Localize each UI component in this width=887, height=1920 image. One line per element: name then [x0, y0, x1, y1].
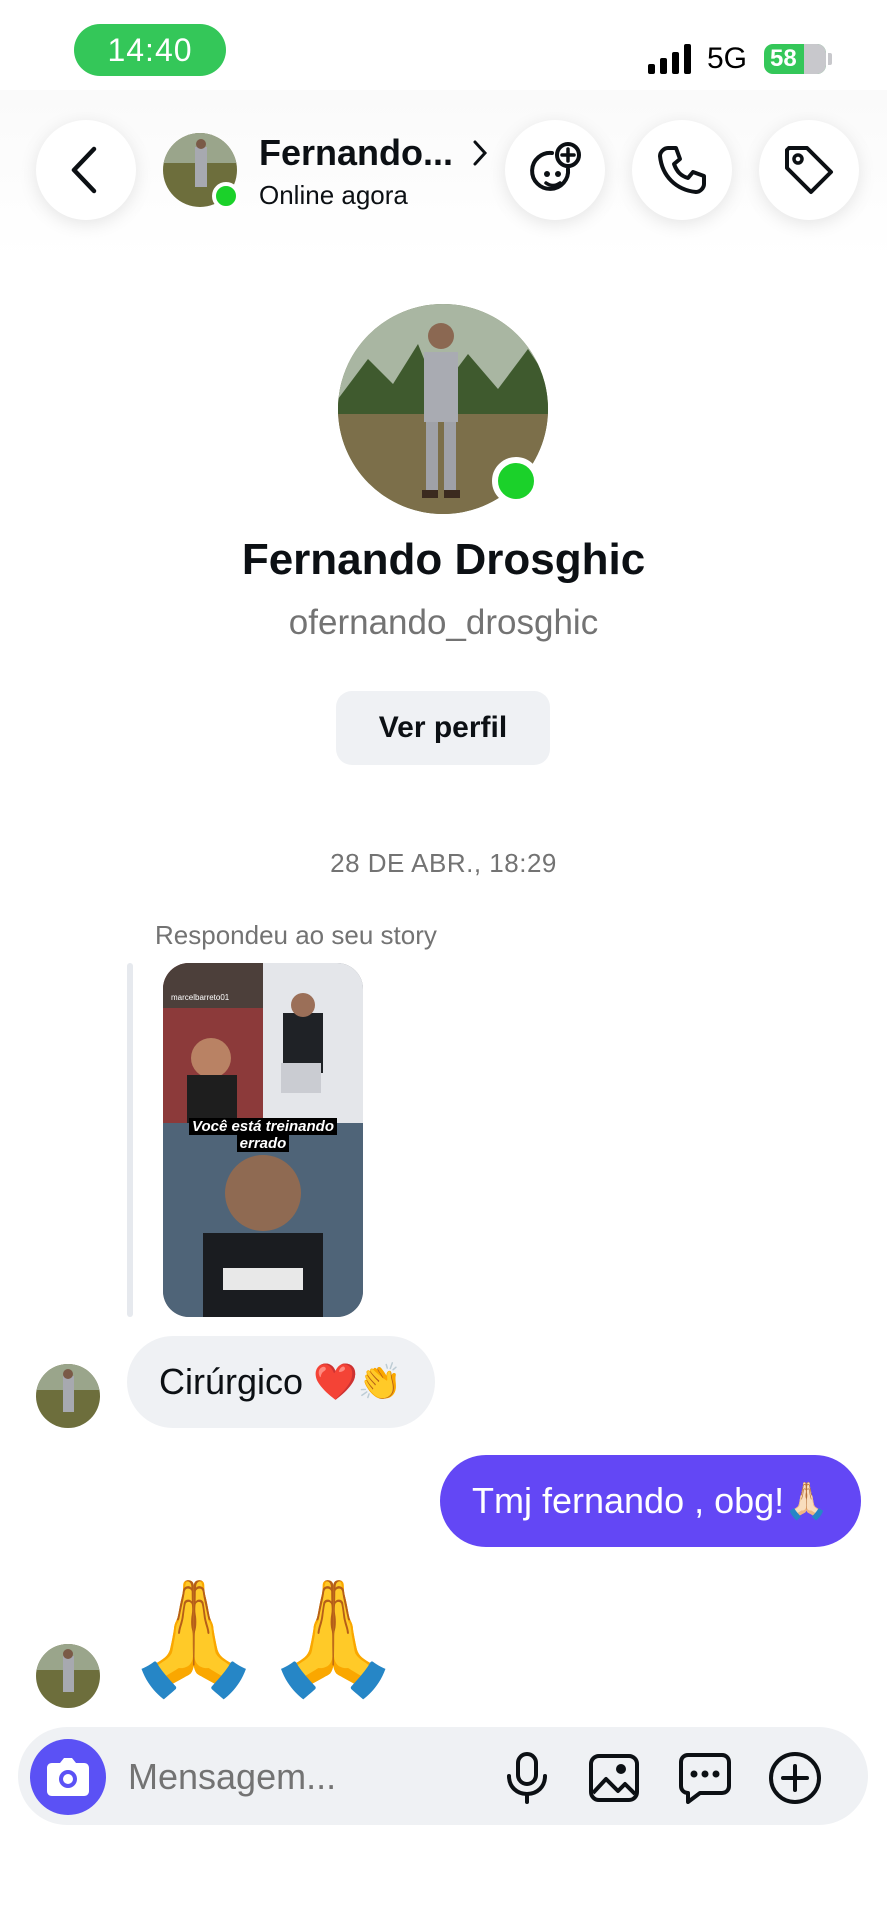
header-online-dot	[212, 182, 240, 210]
story-reply-label: Respondeu ao seu story	[155, 920, 437, 950]
more-button[interactable]	[767, 1750, 823, 1806]
profile-full-name: Fernando Drosghic	[241, 535, 646, 584]
microphone-button[interactable]	[499, 1750, 555, 1806]
view-profile-button[interactable]: Ver perfil	[336, 691, 550, 765]
message-dots-icon	[679, 1753, 731, 1804]
tag-icon	[785, 146, 833, 194]
reply-quote-bar	[127, 963, 133, 1317]
chevron-right-icon[interactable]	[472, 138, 488, 175]
back-button[interactable]	[36, 120, 136, 220]
message-bubble-outgoing[interactable]: Tmj fernando , obg!🙏🏻	[440, 1455, 861, 1547]
battery-tip	[828, 53, 832, 65]
sticker-plus-icon	[530, 142, 581, 191]
sticker-chat-button[interactable]	[677, 1750, 733, 1806]
battery-indicator: 58	[764, 44, 826, 74]
header-online-status: Online agora	[259, 180, 408, 210]
story-caption-line1: Você está treinando	[189, 1118, 337, 1135]
story-corner-text: marcelbarreto01	[171, 993, 230, 1002]
message-avatar[interactable]	[36, 1644, 100, 1708]
chat-timestamp: 28 DE ABR., 18:29	[330, 848, 557, 878]
microphone-icon	[507, 1752, 547, 1804]
call-button[interactable]	[632, 120, 732, 220]
camera-button[interactable]	[30, 1739, 106, 1815]
profile-username: ofernando_drosghic	[288, 603, 599, 642]
signal-icon	[648, 44, 691, 74]
gallery-button[interactable]	[586, 1750, 642, 1806]
profile-online-dot	[492, 457, 540, 505]
message-input[interactable]	[126, 1747, 500, 1807]
network-type: 5G	[707, 42, 748, 75]
battery-empty	[804, 44, 826, 74]
story-thumbnail[interactable]: marcelbarreto01 Você está treinando erra…	[163, 963, 363, 1317]
status-time: 14:40	[74, 24, 226, 76]
plus-circle-icon	[769, 1752, 821, 1804]
tag-button[interactable]	[759, 120, 859, 220]
chevron-left-icon	[71, 146, 97, 194]
camera-icon	[47, 1758, 89, 1796]
header-contact-name[interactable]: Fernando...	[259, 132, 453, 174]
message-avatar[interactable]	[36, 1364, 100, 1428]
story-caption-line2: errado	[236, 1135, 290, 1152]
phone-icon	[658, 146, 706, 194]
image-icon	[589, 1754, 639, 1802]
story-caption: Você está treinando errado	[163, 1118, 363, 1152]
effects-button[interactable]	[505, 120, 605, 220]
message-bubble-incoming[interactable]: Cirúrgico ❤️👏	[127, 1336, 435, 1428]
message-emoji[interactable]: 🙏🙏	[124, 1575, 403, 1700]
